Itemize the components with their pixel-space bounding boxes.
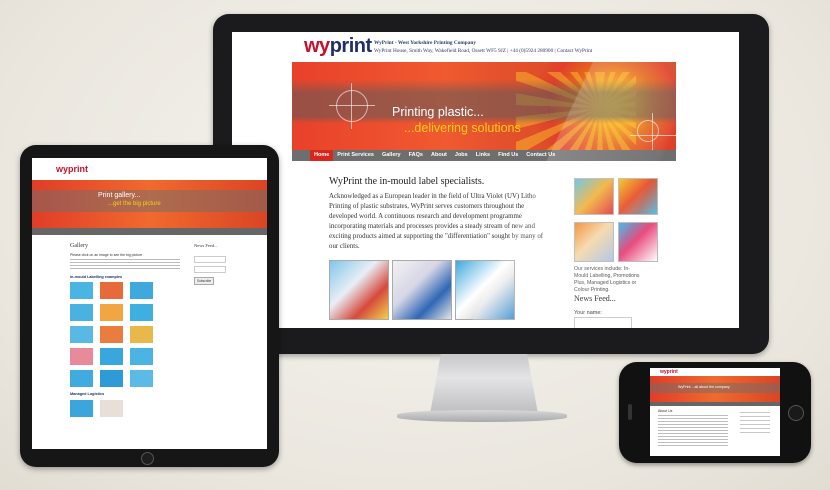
gallery-tile[interactable]: [130, 282, 153, 299]
page-heading: WyPrint the in-mould label specialists.: [329, 176, 485, 187]
ipad-nav[interactable]: [32, 228, 267, 235]
site-header: wyprint WyPrint - West Yorkshire Printin…: [232, 32, 739, 62]
gallery-tile[interactable]: [70, 282, 93, 299]
gallery-tile[interactable]: [100, 326, 123, 343]
nav-find-us[interactable]: Find Us: [494, 150, 522, 161]
ipad-logo[interactable]: wyprint: [56, 164, 88, 174]
iphone-body-text: [658, 415, 728, 447]
product-thumbnail[interactable]: [455, 260, 515, 320]
ipad-banner-line2: ...get the big picture: [108, 201, 161, 207]
logistics-section-heading: Managed Logistics: [70, 392, 105, 396]
product-thumbnail[interactable]: [392, 260, 452, 320]
gallery-tile[interactable]: [70, 326, 93, 343]
gallery-tile[interactable]: [70, 370, 93, 387]
banner-line2: ...delivering solutions: [404, 121, 521, 135]
gallery-heading: Gallery: [70, 243, 88, 249]
banner-line1: Printing plastic...: [392, 105, 484, 119]
main-nav: Home Print Services Gallery FAQs About J…: [292, 150, 676, 161]
ipad-news-heading: News Feed...: [194, 243, 218, 248]
ipad-banner-line1: Print gallery...: [98, 192, 141, 199]
imac-stand: [430, 354, 538, 414]
service-thumbnail[interactable]: [574, 178, 614, 215]
gallery-description: [70, 259, 180, 269]
crosshair-icon: [630, 113, 676, 150]
service-thumbnail[interactable]: [618, 178, 658, 215]
iphone-speaker: [628, 404, 632, 420]
crosshair-icon: [329, 83, 375, 129]
product-thumbnail[interactable]: [329, 260, 389, 320]
iphone-sidebar: [740, 412, 770, 436]
iphone-page-heading: About Us: [658, 409, 673, 413]
news-feed-heading: News Feed...: [574, 294, 616, 303]
imac-screen: wyprint WyPrint - West Yorkshire Printin…: [232, 32, 739, 328]
gallery-tile[interactable]: [100, 282, 123, 299]
ipad-screen: wyprint Print gallery... ...get the big …: [32, 158, 267, 449]
gallery-tile[interactable]: [70, 304, 93, 321]
gallery-tile[interactable]: [130, 326, 153, 343]
gallery-tile[interactable]: [130, 304, 153, 321]
service-thumbnail[interactable]: [618, 222, 658, 262]
gallery-tile[interactable]: [100, 400, 123, 417]
ipad-news-input[interactable]: [194, 266, 226, 273]
iphone-logo[interactable]: wyprint: [660, 369, 678, 375]
nav-home[interactable]: Home: [310, 150, 334, 161]
your-name-input[interactable]: [574, 317, 632, 328]
gallery-subtitle: Please click on an image to see the big …: [70, 253, 143, 257]
gallery-tile[interactable]: [100, 304, 123, 321]
gallery-tile[interactable]: [70, 400, 93, 417]
iphone-screen: wyprint WyPrint ...all about the company…: [650, 368, 780, 456]
nav-faqs[interactable]: FAQs: [405, 150, 427, 161]
header-address: WyPrint House, Smith Way, Wakefield Road…: [374, 48, 593, 54]
gallery-tile[interactable]: [100, 370, 123, 387]
nav-about[interactable]: About: [427, 150, 451, 161]
iphone-home-button[interactable]: [788, 405, 804, 421]
iphone-nav[interactable]: [650, 402, 780, 406]
hero-banner: Printing plastic... ...delivering soluti…: [292, 62, 676, 150]
header-company-name: WyPrint - West Yorkshire Printing Compan…: [374, 40, 476, 46]
nav-contact-us[interactable]: Contact Us: [522, 150, 559, 161]
ipad-news-input[interactable]: [194, 256, 226, 263]
gallery-tile[interactable]: [130, 370, 153, 387]
services-caption: Our services include: In-Mould Labelling…: [574, 266, 640, 293]
subscribe-button[interactable]: Subscribe: [194, 277, 215, 285]
iphone-banner-text: WyPrint ...all about the company: [678, 385, 730, 389]
wyprint-logo[interactable]: wyprint: [304, 35, 372, 58]
intro-paragraph: Acknowledged as a European leader in the…: [329, 193, 544, 250]
gallery-tile[interactable]: [100, 348, 123, 365]
gallery-tile[interactable]: [130, 348, 153, 365]
your-name-label: Your name:: [574, 310, 602, 316]
gallery-tile[interactable]: [70, 348, 93, 365]
inmould-section-heading: In-mould Labelling examples: [70, 275, 123, 279]
nav-jobs[interactable]: Jobs: [451, 150, 472, 161]
ipad-home-button[interactable]: [141, 452, 154, 465]
header-contact-text: WyPrint - West Yorkshire Printing Compan…: [374, 39, 592, 55]
nav-links[interactable]: Links: [472, 150, 494, 161]
nav-gallery[interactable]: Gallery: [378, 150, 405, 161]
service-thumbnail[interactable]: [574, 222, 614, 262]
nav-print-services[interactable]: Print Services: [333, 150, 378, 161]
imac-stand-foot: [397, 410, 567, 422]
